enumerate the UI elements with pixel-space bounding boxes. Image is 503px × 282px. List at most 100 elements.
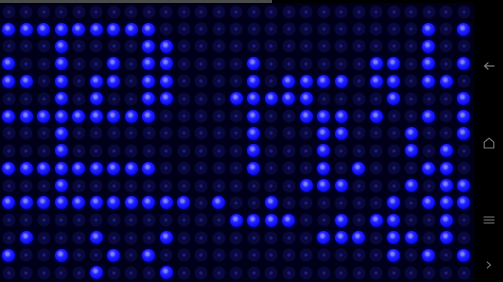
led-cell[interactable] (70, 38, 88, 55)
led-cell[interactable] (263, 55, 281, 72)
led-cell[interactable] (18, 160, 36, 177)
led-cell[interactable] (105, 229, 123, 246)
led-cell[interactable] (280, 38, 298, 55)
led-cell[interactable] (263, 125, 281, 142)
led-cell[interactable] (123, 90, 141, 107)
led-cell[interactable] (333, 107, 351, 124)
led-cell[interactable] (175, 3, 193, 20)
led-cell[interactable] (88, 55, 106, 72)
led-cell[interactable] (315, 264, 333, 281)
led-cell[interactable] (263, 177, 281, 194)
led-cell[interactable] (105, 142, 123, 159)
led-cell[interactable] (158, 212, 176, 229)
led-cell[interactable] (193, 20, 211, 37)
led-cell[interactable] (455, 107, 473, 124)
led-cell[interactable] (140, 229, 158, 246)
led-cell[interactable] (0, 246, 18, 263)
led-cell[interactable] (140, 264, 158, 281)
led-cell[interactable] (35, 107, 53, 124)
led-cell[interactable] (88, 160, 106, 177)
led-cell[interactable] (333, 90, 351, 107)
led-cell[interactable] (105, 38, 123, 55)
led-cell[interactable] (35, 20, 53, 37)
led-cell[interactable] (158, 177, 176, 194)
led-cell[interactable] (455, 90, 473, 107)
led-cell[interactable] (280, 20, 298, 37)
led-cell[interactable] (123, 177, 141, 194)
led-cell[interactable] (228, 160, 246, 177)
led-cell[interactable] (455, 194, 473, 211)
led-cell[interactable] (210, 38, 228, 55)
led-cell[interactable] (350, 264, 368, 281)
led-cell[interactable] (368, 3, 386, 20)
led-cell[interactable] (0, 229, 18, 246)
led-cell[interactable] (420, 212, 438, 229)
led-cell[interactable] (123, 55, 141, 72)
led-cell[interactable] (280, 107, 298, 124)
led-cell[interactable] (0, 20, 18, 37)
led-cell[interactable] (438, 142, 456, 159)
led-cell[interactable] (438, 160, 456, 177)
led-cell[interactable] (315, 125, 333, 142)
led-cell[interactable] (0, 264, 18, 281)
chevron-right-icon[interactable] (484, 260, 494, 270)
led-cell[interactable] (333, 55, 351, 72)
led-cell[interactable] (0, 160, 18, 177)
led-cell[interactable] (53, 177, 71, 194)
led-cell[interactable] (245, 38, 263, 55)
led-cell[interactable] (420, 90, 438, 107)
led-cell[interactable] (88, 142, 106, 159)
led-cell[interactable] (70, 73, 88, 90)
led-cell[interactable] (193, 73, 211, 90)
led-cell[interactable] (175, 194, 193, 211)
led-cell[interactable] (245, 229, 263, 246)
led-cell[interactable] (18, 125, 36, 142)
led-cell[interactable] (0, 38, 18, 55)
led-cell[interactable] (263, 107, 281, 124)
led-cell[interactable] (455, 73, 473, 90)
led-cell[interactable] (53, 264, 71, 281)
led-cell[interactable] (175, 177, 193, 194)
led-cell[interactable] (438, 194, 456, 211)
led-cell[interactable] (385, 246, 403, 263)
led-cell[interactable] (210, 229, 228, 246)
led-cell[interactable] (228, 194, 246, 211)
led-cell[interactable] (333, 73, 351, 90)
led-cell[interactable] (263, 90, 281, 107)
led-cell[interactable] (70, 90, 88, 107)
led-cell[interactable] (35, 212, 53, 229)
led-cell[interactable] (438, 73, 456, 90)
led-cell[interactable] (403, 3, 421, 20)
led-cell[interactable] (315, 38, 333, 55)
led-cell[interactable] (455, 142, 473, 159)
led-cell[interactable] (88, 194, 106, 211)
led-cell[interactable] (210, 142, 228, 159)
led-cell[interactable] (455, 264, 473, 281)
led-cell[interactable] (18, 177, 36, 194)
led-cell[interactable] (403, 160, 421, 177)
led-cell[interactable] (298, 142, 316, 159)
led-cell[interactable] (140, 142, 158, 159)
led-cell[interactable] (298, 20, 316, 37)
led-cell[interactable] (403, 90, 421, 107)
led-cell[interactable] (210, 246, 228, 263)
led-cell[interactable] (35, 3, 53, 20)
led-cell[interactable] (228, 142, 246, 159)
led-cell[interactable] (70, 194, 88, 211)
led-cell[interactable] (123, 160, 141, 177)
led-cell[interactable] (193, 125, 211, 142)
led-cell[interactable] (0, 73, 18, 90)
led-cell[interactable] (263, 229, 281, 246)
led-cell[interactable] (140, 20, 158, 37)
led-cell[interactable] (158, 160, 176, 177)
led-cell[interactable] (333, 229, 351, 246)
led-cell[interactable] (175, 160, 193, 177)
led-cell[interactable] (298, 194, 316, 211)
led-cell[interactable] (245, 90, 263, 107)
led-cell[interactable] (53, 3, 71, 20)
led-cell[interactable] (315, 160, 333, 177)
led-cell[interactable] (403, 107, 421, 124)
led-cell[interactable] (438, 177, 456, 194)
led-cell[interactable] (105, 90, 123, 107)
led-cell[interactable] (280, 229, 298, 246)
